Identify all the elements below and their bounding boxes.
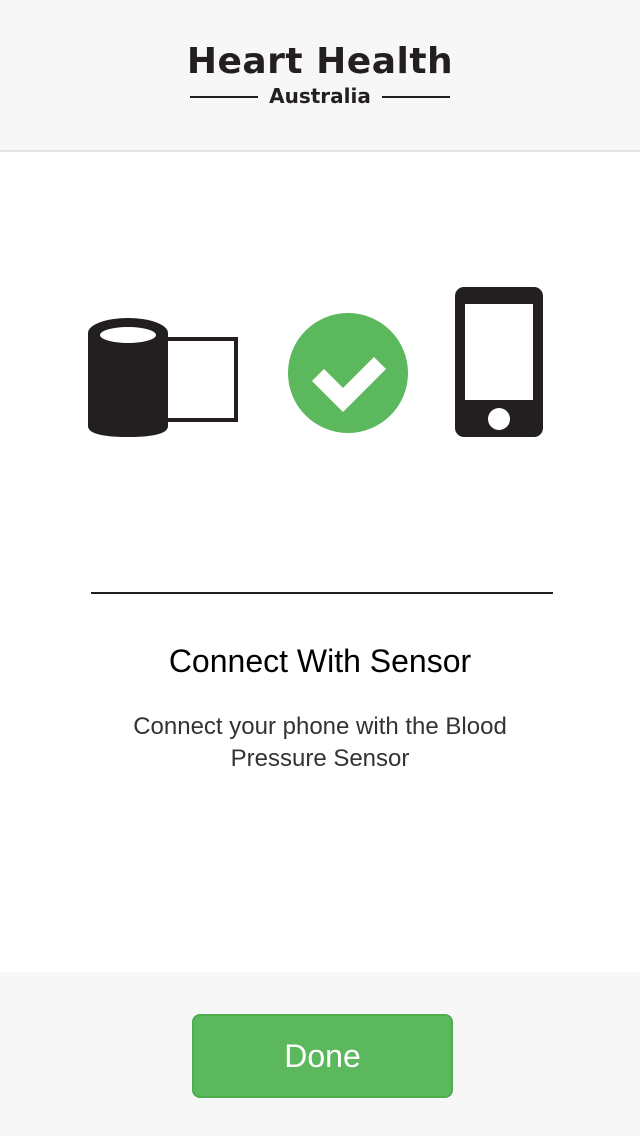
smartphone-icon — [455, 287, 543, 437]
connect-title: Connect With Sensor — [168, 643, 472, 679]
connection-illustration — [0, 280, 640, 450]
app-header: Heart Health Australia — [0, 0, 640, 152]
section-divider — [91, 592, 553, 594]
logo-rule-left — [190, 96, 258, 98]
footer-bar: Done — [0, 972, 640, 1136]
logo-rule-right — [382, 96, 450, 98]
logo-subtitle-row: Australia — [190, 84, 450, 108]
illustration-graphic — [88, 287, 543, 437]
heart-health-logo: Heart Health Australia — [0, 40, 640, 108]
logo-subtitle: Australia — [269, 84, 371, 108]
logo-title: Heart Health — [186, 41, 454, 82]
blood-pressure-sensor-icon — [88, 318, 238, 437]
done-button[interactable]: Done — [192, 1014, 453, 1098]
checkmark-icon — [288, 313, 408, 433]
connect-description: Connect your phone with the Blood Pressu… — [133, 713, 507, 772]
